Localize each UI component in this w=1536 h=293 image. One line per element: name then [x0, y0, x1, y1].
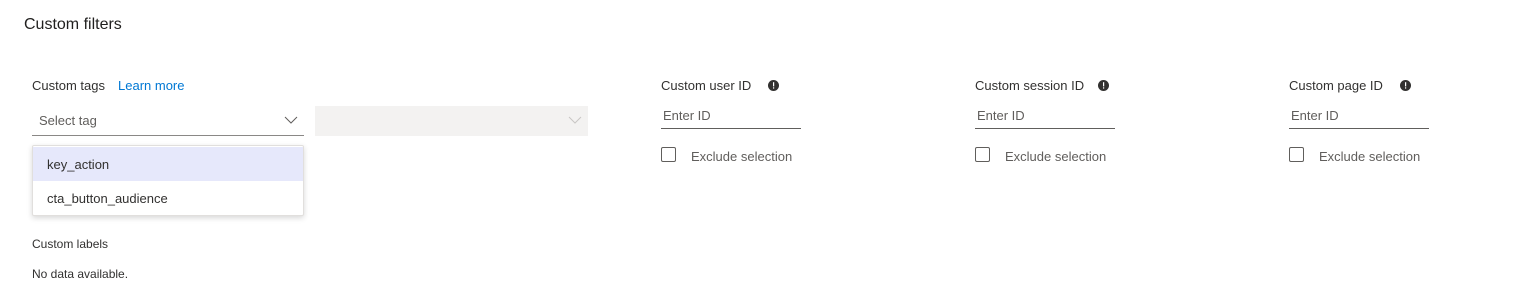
- chevron-down-icon: [568, 116, 582, 124]
- custom-page-id-label: Custom page ID: [1289, 78, 1383, 93]
- custom-labels-label: Custom labels: [32, 237, 109, 251]
- info-icon[interactable]: [1400, 80, 1411, 91]
- chevron-down-icon: [284, 116, 298, 124]
- exclude-page-id-label: Exclude selection: [1319, 149, 1421, 164]
- custom-labels-empty-text: No data available.: [32, 267, 129, 281]
- exclude-page-id-checkbox[interactable]: [1289, 147, 1304, 162]
- exclude-user-id-label: Exclude selection: [691, 149, 793, 164]
- info-icon[interactable]: [768, 80, 779, 91]
- custom-tags-label: Custom tags: [32, 78, 105, 93]
- dropdown-option-cta-button-audience[interactable]: cta_button_audience: [33, 181, 303, 215]
- tag-dropdown-menu: key_action cta_button_audience: [32, 145, 304, 216]
- exclude-session-id-checkbox[interactable]: [975, 147, 990, 162]
- tag-select-placeholder: Select tag: [39, 113, 97, 128]
- learn-more-link[interactable]: Learn more: [118, 78, 184, 93]
- custom-user-id-input[interactable]: Enter ID: [661, 103, 801, 129]
- info-icon[interactable]: [1098, 80, 1109, 91]
- dropdown-option-key-action[interactable]: key_action: [33, 147, 303, 181]
- tag-value-select[interactable]: [315, 106, 588, 136]
- section-title: Custom filters: [24, 16, 122, 33]
- exclude-user-id-checkbox[interactable]: [661, 147, 676, 162]
- custom-session-id-input[interactable]: Enter ID: [975, 103, 1115, 129]
- tag-select[interactable]: Select tag: [32, 106, 304, 136]
- custom-user-id-label: Custom user ID: [661, 78, 752, 93]
- exclude-session-id-label: Exclude selection: [1005, 149, 1107, 164]
- custom-page-id-input[interactable]: Enter ID: [1289, 103, 1429, 129]
- custom-session-id-label: Custom session ID: [975, 78, 1085, 93]
